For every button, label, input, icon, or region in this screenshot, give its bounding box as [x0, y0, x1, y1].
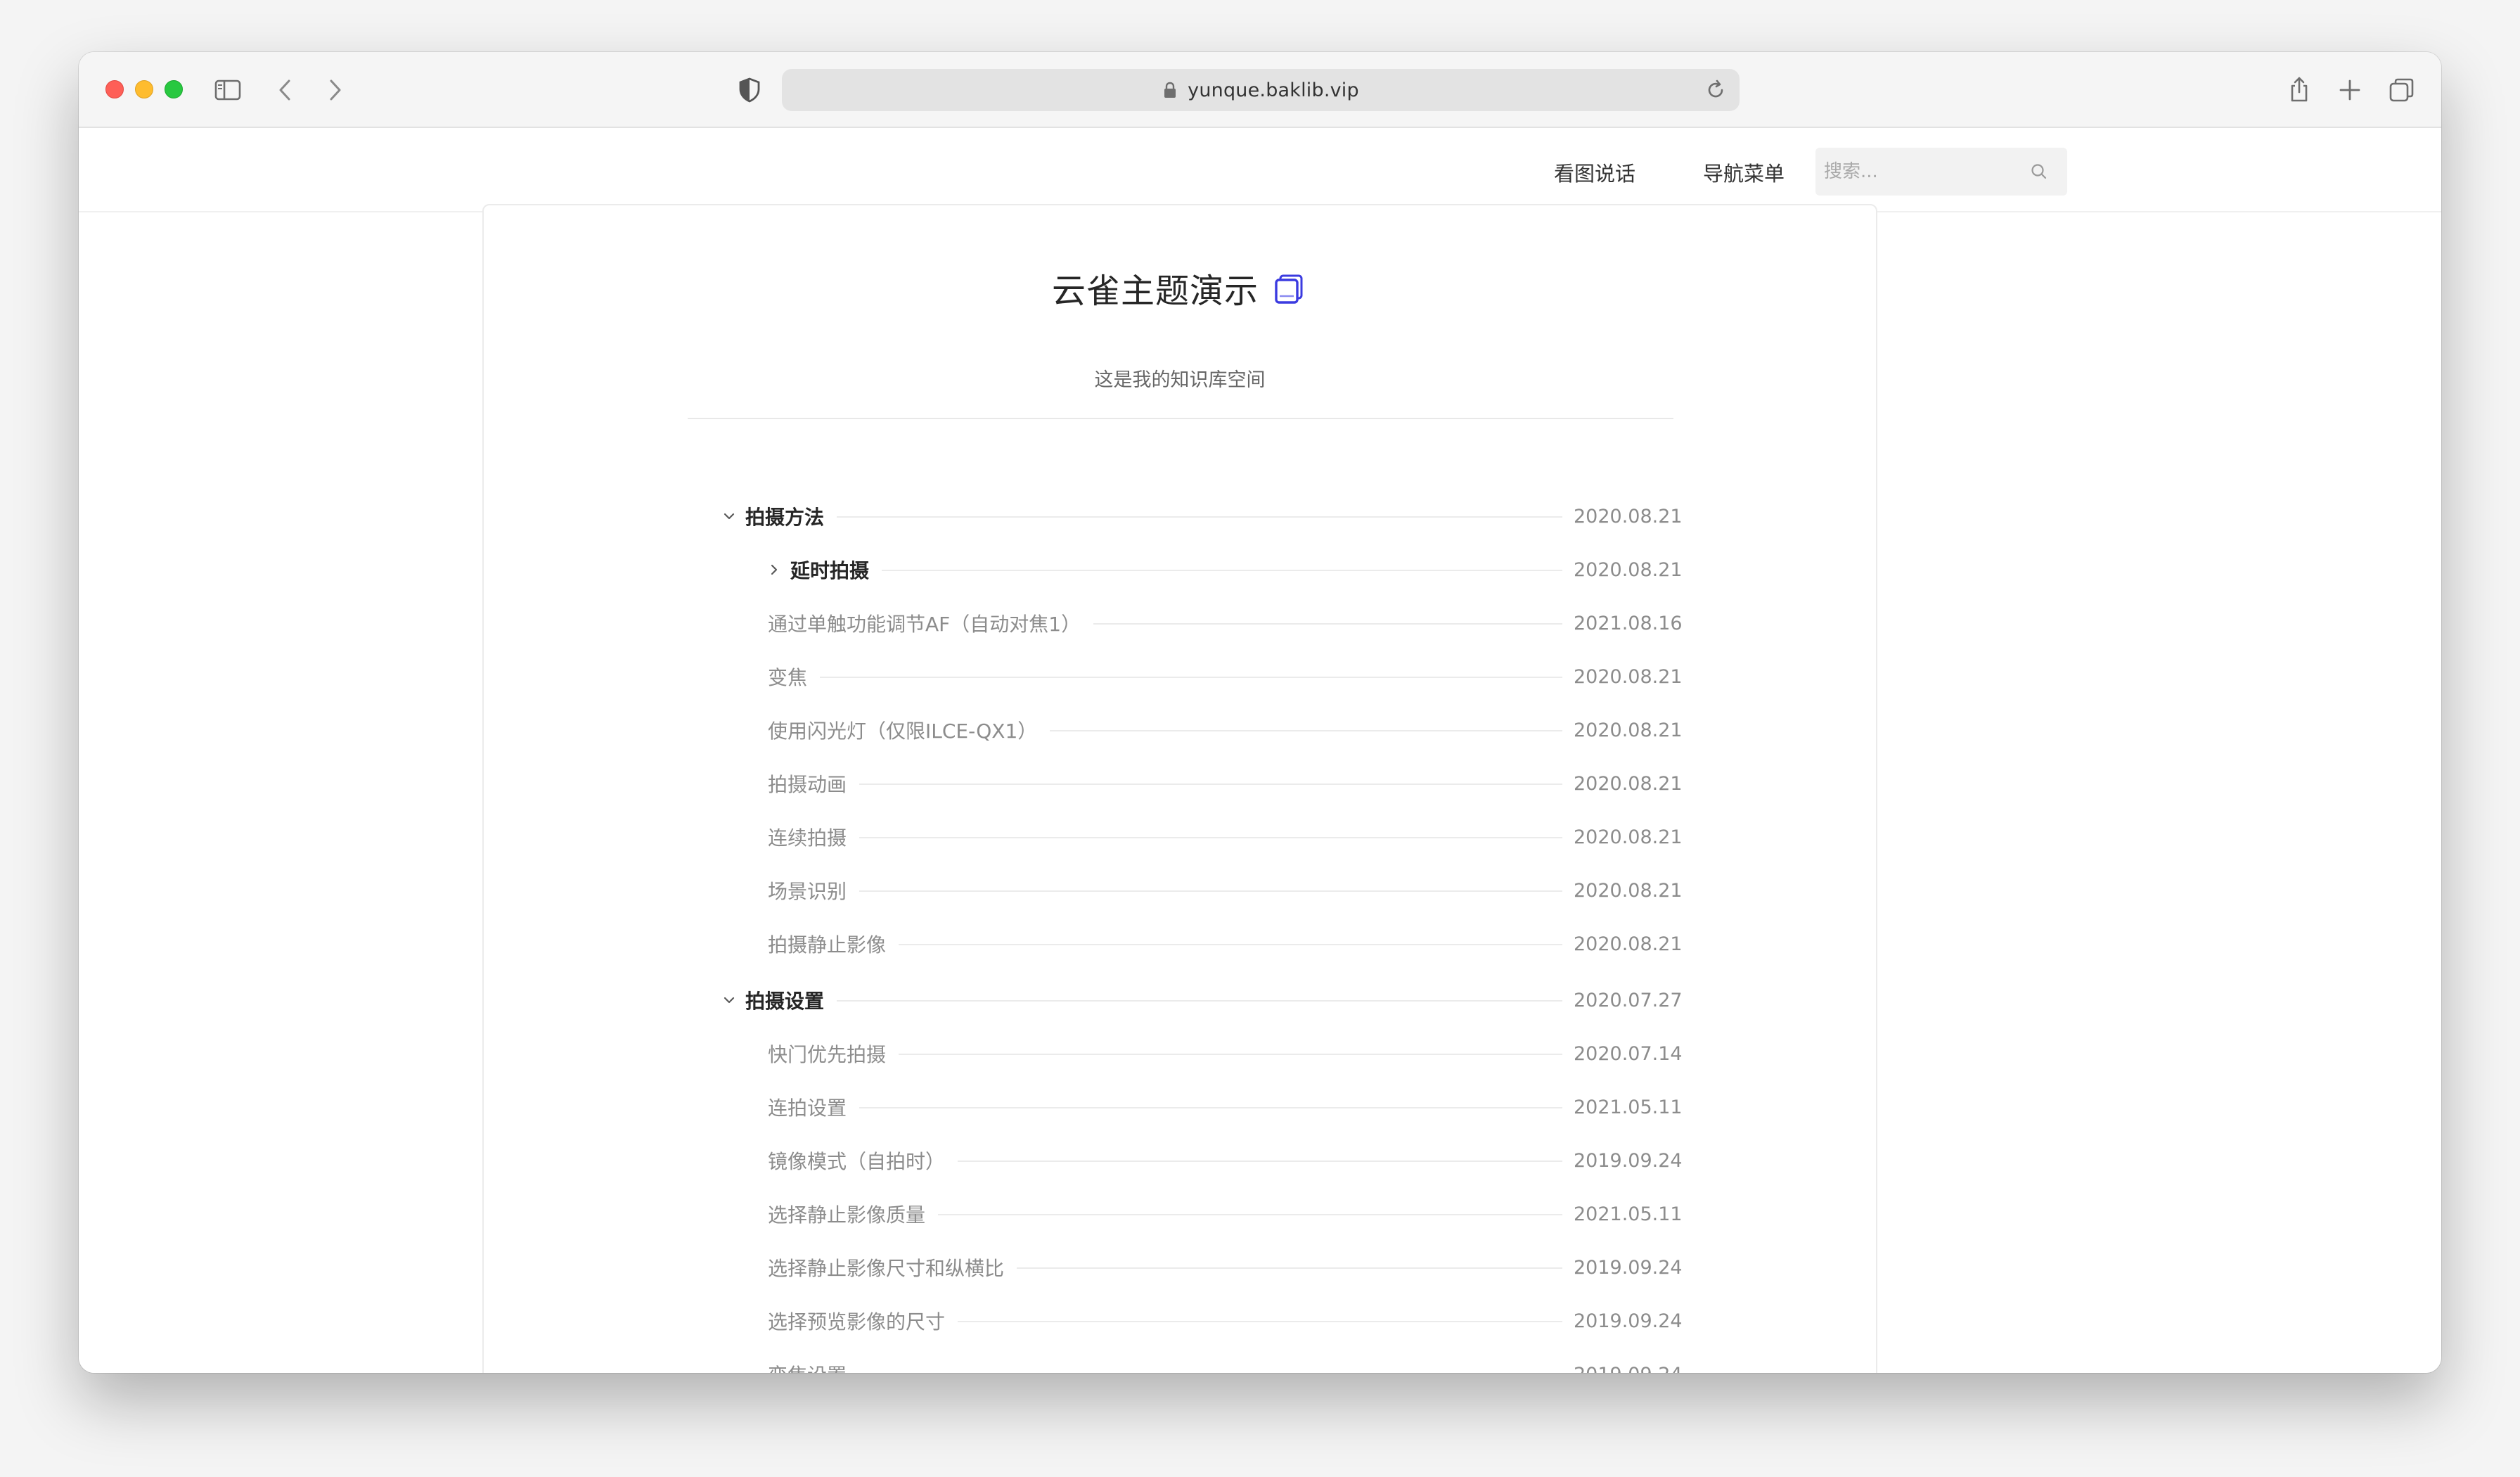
toc-item-label: 快门优先拍摄	[768, 1040, 899, 1068]
browser-toolbar: yunque.baklib.vip	[79, 52, 2441, 128]
address-bar[interactable]: yunque.baklib.vip	[782, 69, 1740, 111]
toc-item-date: 2019.09.24	[1562, 1256, 1683, 1279]
toc-item-date: 2020.07.27	[1562, 989, 1683, 1011]
toc-item-date: 2020.08.21	[1562, 933, 1683, 955]
page-title: 云雀主题演示	[1051, 271, 1259, 311]
privacy-shield-icon[interactable]	[734, 75, 765, 106]
toc-item-label: 通过单触功能调节AF（自动对焦1）	[768, 609, 1094, 637]
kb-title-row: 云雀主题演示	[484, 263, 1876, 312]
toc-doc-row[interactable]: 变焦设置 2019.09.24	[484, 1353, 1876, 1376]
search-icon[interactable]	[2029, 162, 2049, 181]
toc-item-date: 2020.08.21	[1562, 826, 1683, 848]
forward-chevron-icon[interactable]	[319, 75, 350, 106]
site-header: 看图说话 导航菜单	[79, 128, 2441, 212]
sidebar-toggle-icon[interactable]	[212, 75, 243, 106]
toc-item-date: 2021.05.11	[1562, 1203, 1683, 1225]
book-stack-icon	[1275, 274, 1303, 304]
search-box	[1815, 148, 2067, 196]
divider	[688, 418, 1673, 419]
toc-group-row[interactable]: 延时拍摄 2020.08.21	[484, 549, 1876, 591]
search-input[interactable]	[1815, 148, 2026, 196]
toc-item-label: 延时拍摄	[790, 556, 882, 584]
leader-line	[768, 837, 1658, 838]
toc-item-label: 变焦	[768, 663, 821, 691]
toc-group-row[interactable]: 拍摄方法 2020.08.21	[484, 495, 1876, 537]
toc-doc-row[interactable]: 快门优先拍摄 2020.07.14	[484, 1032, 1876, 1075]
toc-item-date: 2019.09.24	[1562, 1363, 1683, 1373]
leader-line	[768, 677, 1658, 678]
toc-item-label: 选择预览影像的尺寸	[768, 1307, 958, 1335]
new-tab-plus-icon[interactable]	[2334, 75, 2365, 106]
toc-item-label: 连拍设置	[768, 1093, 860, 1121]
toc-item-date: 2020.08.21	[1562, 719, 1683, 741]
toc-item-date: 2020.08.21	[1562, 665, 1683, 688]
toc-doc-row[interactable]: 选择静止影像质量 2021.05.11	[484, 1193, 1876, 1235]
chevron-down-icon[interactable]	[721, 509, 737, 524]
toc-doc-row[interactable]: 使用闪光灯（仅限ILCE-QX1） 2020.08.21	[484, 709, 1876, 751]
toc-doc-row[interactable]: 连续拍摄 2020.08.21	[484, 816, 1876, 858]
nav-link-kantu[interactable]: 看图说话	[1554, 158, 1635, 187]
tab-overview-icon[interactable]	[2386, 75, 2417, 106]
minimize-window-button[interactable]	[135, 80, 153, 98]
toc-item-label: 拍摄方法	[745, 502, 837, 530]
toc-item-label: 场景识别	[768, 876, 860, 904]
leader-line	[768, 890, 1658, 892]
kb-description: 这是我的知识库空间	[1094, 369, 1266, 391]
toc-item-label: 拍摄设置	[745, 986, 837, 1014]
toc-item-date: 2020.08.21	[1562, 772, 1683, 795]
leader-line	[745, 1000, 1658, 1002]
reload-icon[interactable]	[1703, 77, 1728, 103]
toc-item-date: 2020.07.14	[1562, 1042, 1683, 1065]
toc-doc-row[interactable]: 场景识别 2020.08.21	[484, 869, 1876, 912]
chevron-right-icon[interactable]	[766, 562, 782, 577]
toc-doc-row[interactable]: 拍摄动画 2020.08.21	[484, 762, 1876, 805]
chevron-down-icon[interactable]	[721, 992, 737, 1008]
toc-doc-row[interactable]: 变焦 2020.08.21	[484, 656, 1876, 698]
zoom-window-button[interactable]	[165, 80, 183, 98]
toc-item-date: 2021.08.16	[1562, 612, 1683, 634]
toc-item-label: 使用闪光灯（仅限ILCE-QX1）	[768, 716, 1050, 744]
back-chevron-icon[interactable]	[270, 75, 301, 106]
toc-item-date: 2019.09.24	[1562, 1310, 1683, 1332]
toc-item-date: 2019.09.24	[1562, 1149, 1683, 1172]
toc-item-label: 连续拍摄	[768, 823, 860, 851]
close-window-button[interactable]	[105, 80, 124, 98]
toc-item-date: 2020.08.21	[1562, 558, 1683, 581]
leader-line	[790, 570, 1658, 571]
leader-line	[768, 784, 1658, 785]
toc-doc-row[interactable]: 选择静止影像尺寸和纵横比 2019.09.24	[484, 1246, 1876, 1289]
leader-line	[768, 1107, 1658, 1108]
nav-link-daohang[interactable]: 导航菜单	[1703, 158, 1785, 187]
share-icon[interactable]	[2284, 75, 2315, 106]
toc-item-label: 拍摄静止影像	[768, 930, 899, 958]
toc-item-date: 2020.08.21	[1562, 879, 1683, 902]
knowledge-base-card: 云雀主题演示 这是我的知识库空间 拍摄方法 2020.08.21 延时拍摄 2020.…	[482, 204, 1877, 1376]
toc-item-date: 2021.05.11	[1562, 1096, 1683, 1118]
lock-icon	[1164, 82, 1176, 98]
toc-item-label: 选择静止影像质量	[768, 1200, 939, 1228]
toc-item-label: 镜像模式（自拍时）	[768, 1146, 958, 1175]
toc-doc-row[interactable]: 连拍设置 2021.05.11	[484, 1086, 1876, 1128]
toc-item-date: 2020.08.21	[1562, 505, 1683, 528]
toc-group-row[interactable]: 拍摄设置 2020.07.27	[484, 979, 1876, 1021]
leader-line	[768, 1054, 1658, 1055]
url-text: yunque.baklib.vip	[1188, 79, 1359, 101]
leader-line	[768, 1374, 1658, 1376]
toc-doc-row[interactable]: 通过单触功能调节AF（自动对焦1） 2021.08.16	[484, 602, 1876, 644]
leader-line	[745, 516, 1658, 518]
toc-doc-row[interactable]: 拍摄静止影像 2020.08.21	[484, 923, 1876, 965]
toc-item-label: 选择静止影像尺寸和纵横比	[768, 1253, 1017, 1281]
toc-item-label: 变焦设置	[768, 1360, 860, 1373]
toc-item-label: 拍摄动画	[768, 769, 860, 798]
toc-doc-row[interactable]: 选择预览影像的尺寸 2019.09.24	[484, 1300, 1876, 1342]
toc-doc-row[interactable]: 镜像模式（自拍时） 2019.09.24	[484, 1139, 1876, 1182]
leader-line	[768, 944, 1658, 945]
